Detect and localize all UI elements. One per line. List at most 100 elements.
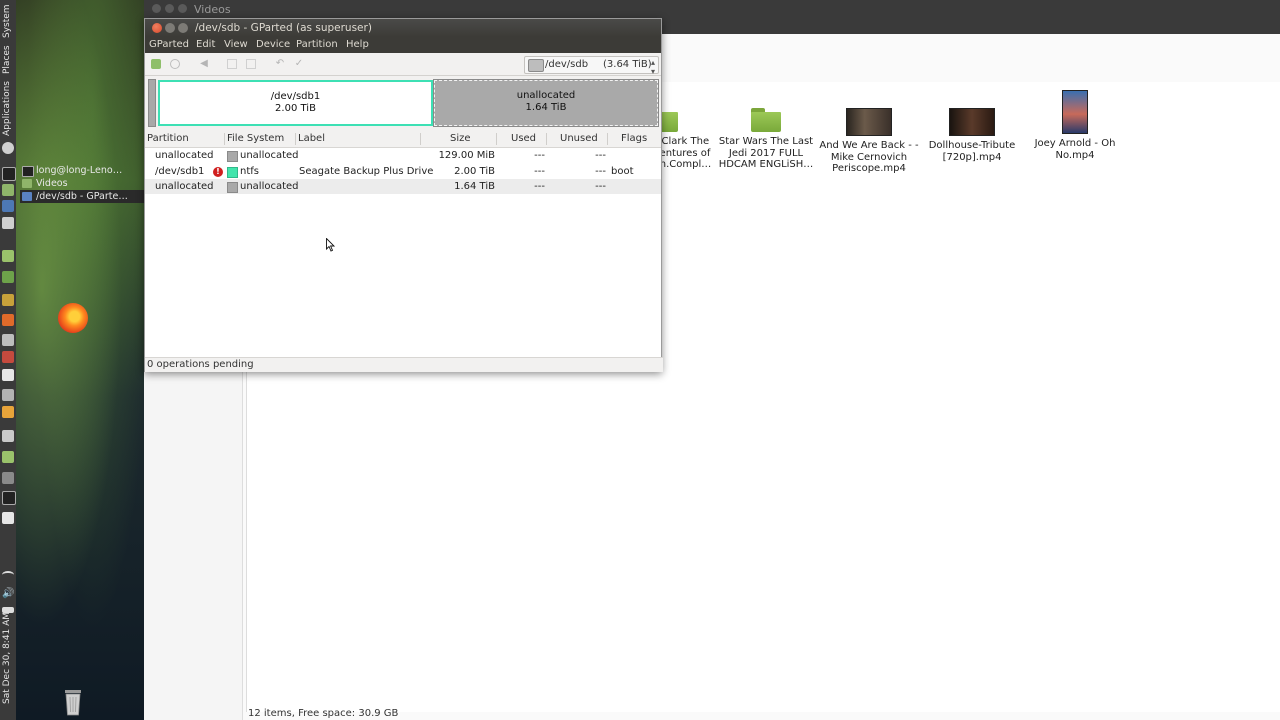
col-size[interactable]: Size <box>450 131 471 147</box>
menu-help[interactable]: Help <box>346 39 369 50</box>
col-file-system[interactable]: File System <box>227 131 284 147</box>
segment-sdb1[interactable]: /dev/sdb1 2.00 TiB <box>158 80 433 126</box>
file-item-dollhouse-tribute[interactable]: Dollhouse-Tribute [720p].mp4 <box>922 108 1022 163</box>
table-row[interactable]: unallocated unallocated 1.64 TiB --- --- <box>145 179 661 195</box>
folder-icon[interactable] <box>2 451 14 463</box>
spreadsheet-icon[interactable] <box>2 271 14 283</box>
maximize-icon[interactable] <box>178 4 187 13</box>
cell-partition: unallocated <box>155 181 214 192</box>
col-partition[interactable]: Partition <box>147 131 189 147</box>
fs-color-swatch <box>227 166 238 178</box>
table-row[interactable]: unallocated unallocated 129.00 MiB --- -… <box>145 148 661 164</box>
operations-status: 0 operations pending <box>145 357 663 372</box>
menu-edit[interactable]: Edit <box>196 39 215 50</box>
vertical-panel: System Places Applications 🔊 Sat Dec 30,… <box>0 0 16 720</box>
gparted-titlebar[interactable]: /dev/sdb - GParted (as superuser) <box>145 19 661 37</box>
warning-icon[interactable]: ! <box>213 166 223 177</box>
tool-icon[interactable] <box>2 389 14 401</box>
menu-view[interactable]: View <box>224 39 248 50</box>
cell-file-system: unallocated <box>240 150 299 161</box>
system-monitor-icon[interactable] <box>2 491 16 505</box>
trash-icon[interactable] <box>62 688 84 716</box>
game-controller-icon[interactable] <box>2 430 14 442</box>
file-manager-status: 12 items, Free space: 30.9 GB <box>248 708 399 719</box>
col-label[interactable]: Label <box>298 131 325 147</box>
cell-size: 2.00 TiB <box>454 165 495 177</box>
folder-icon <box>22 179 32 188</box>
terminal-launcher-icon[interactable] <box>2 167 16 181</box>
monitor-launcher-icon[interactable] <box>2 200 14 212</box>
firefox-icon[interactable] <box>58 303 88 333</box>
applications-menu[interactable]: Applications <box>2 81 12 136</box>
home-folder-icon[interactable] <box>2 250 14 262</box>
col-unused[interactable]: Unused <box>560 131 598 147</box>
segment-size: 1.64 TiB <box>525 102 567 113</box>
file-item-label: And We Are Back - - Mike Cernovich Peris… <box>819 140 919 174</box>
device-selector[interactable]: /dev/sdb (3.64 TiB) ▴ ▾ <box>524 56 659 76</box>
col-flags[interactable]: Flags <box>621 131 647 147</box>
archive-icon[interactable] <box>2 294 14 306</box>
col-used[interactable]: Used <box>511 131 536 147</box>
file-item-star-wars[interactable]: Star Wars The Last Jedi 2017 FULL HDCAM … <box>716 108 816 171</box>
download-icon[interactable] <box>2 351 14 363</box>
copy-icon[interactable] <box>227 59 237 69</box>
files-launcher-icon[interactable] <box>2 184 14 196</box>
segment-small-unallocated[interactable] <box>148 79 156 127</box>
wifi-icon[interactable] <box>2 571 14 579</box>
paste-icon[interactable] <box>246 59 256 69</box>
table-row[interactable]: /dev/sdb1 ! ntfs Seagate Backup Plus Dri… <box>145 163 661 179</box>
network-icon[interactable] <box>2 472 14 484</box>
clock[interactable]: Sat Dec 30, 8:41 AM <box>2 612 12 704</box>
close-icon[interactable] <box>152 23 162 33</box>
segment-name: unallocated <box>516 90 576 101</box>
minimize-icon[interactable] <box>165 23 175 33</box>
file-item-and-we-are-back[interactable]: And We Are Back - - Mike Cernovich Peris… <box>819 108 919 175</box>
delete-partition-icon[interactable] <box>170 59 180 69</box>
undo-icon[interactable]: ↶ <box>275 59 285 69</box>
image-viewer-icon[interactable] <box>2 406 14 418</box>
menu-partition[interactable]: Partition <box>296 39 338 50</box>
places-menu[interactable]: Places <box>2 45 12 74</box>
cell-used: --- <box>534 150 545 161</box>
gparted-icon <box>22 192 32 201</box>
video-thumbnail-icon <box>1062 90 1088 134</box>
new-partition-icon[interactable] <box>151 59 161 69</box>
terminal-icon <box>22 166 34 177</box>
apply-icon[interactable]: ✓ <box>294 59 304 69</box>
display-launcher-icon[interactable] <box>2 217 14 229</box>
cell-label: Seagate Backup Plus Drive <box>299 165 434 177</box>
menu-gparted[interactable]: GParted <box>149 39 189 50</box>
partition-table-empty-area[interactable] <box>145 194 661 357</box>
cell-flags: boot <box>611 165 634 177</box>
help-icon[interactable] <box>2 512 14 524</box>
resize-move-icon[interactable]: ◀ <box>199 59 209 69</box>
video-thumbnail-icon <box>949 108 995 136</box>
power-icon[interactable] <box>2 142 14 154</box>
file-item-joey-arnold[interactable]: Joey Arnold - Oh No.mp4 <box>1025 90 1125 161</box>
close-icon[interactable] <box>152 4 161 13</box>
gparted-window: /dev/sdb - GParted (as superuser) GParte… <box>144 18 663 372</box>
menu-device[interactable]: Device <box>256 39 290 50</box>
cell-size: 1.64 TiB <box>454 181 495 192</box>
pen-icon[interactable] <box>2 334 14 346</box>
task-videos[interactable]: Videos <box>20 177 144 190</box>
mouse-pointer-icon <box>326 238 336 252</box>
task-gparted[interactable]: /dev/sdb - GParte… <box>20 190 144 203</box>
cell-used: --- <box>534 165 545 177</box>
file-manager-sidebar <box>144 370 243 720</box>
task-terminal[interactable]: long@long-Leno… <box>20 164 144 177</box>
text-editor-icon[interactable] <box>2 369 14 381</box>
volume-icon[interactable]: 🔊 <box>2 588 14 600</box>
minimize-icon[interactable] <box>165 4 174 13</box>
system-menu[interactable]: System <box>2 4 12 38</box>
software-center-icon[interactable] <box>2 314 14 326</box>
task-label: Videos <box>36 178 68 189</box>
cell-unused: --- <box>595 150 606 161</box>
window-title: /dev/sdb - GParted (as superuser) <box>195 22 372 34</box>
segment-unallocated[interactable]: unallocated 1.64 TiB <box>433 79 659 127</box>
cell-unused: --- <box>595 181 606 192</box>
menubar: GParted Edit View Device Partition Help <box>145 37 661 53</box>
maximize-icon[interactable] <box>178 23 188 33</box>
segment-size: 2.00 TiB <box>275 103 316 114</box>
cell-used: --- <box>534 181 545 192</box>
